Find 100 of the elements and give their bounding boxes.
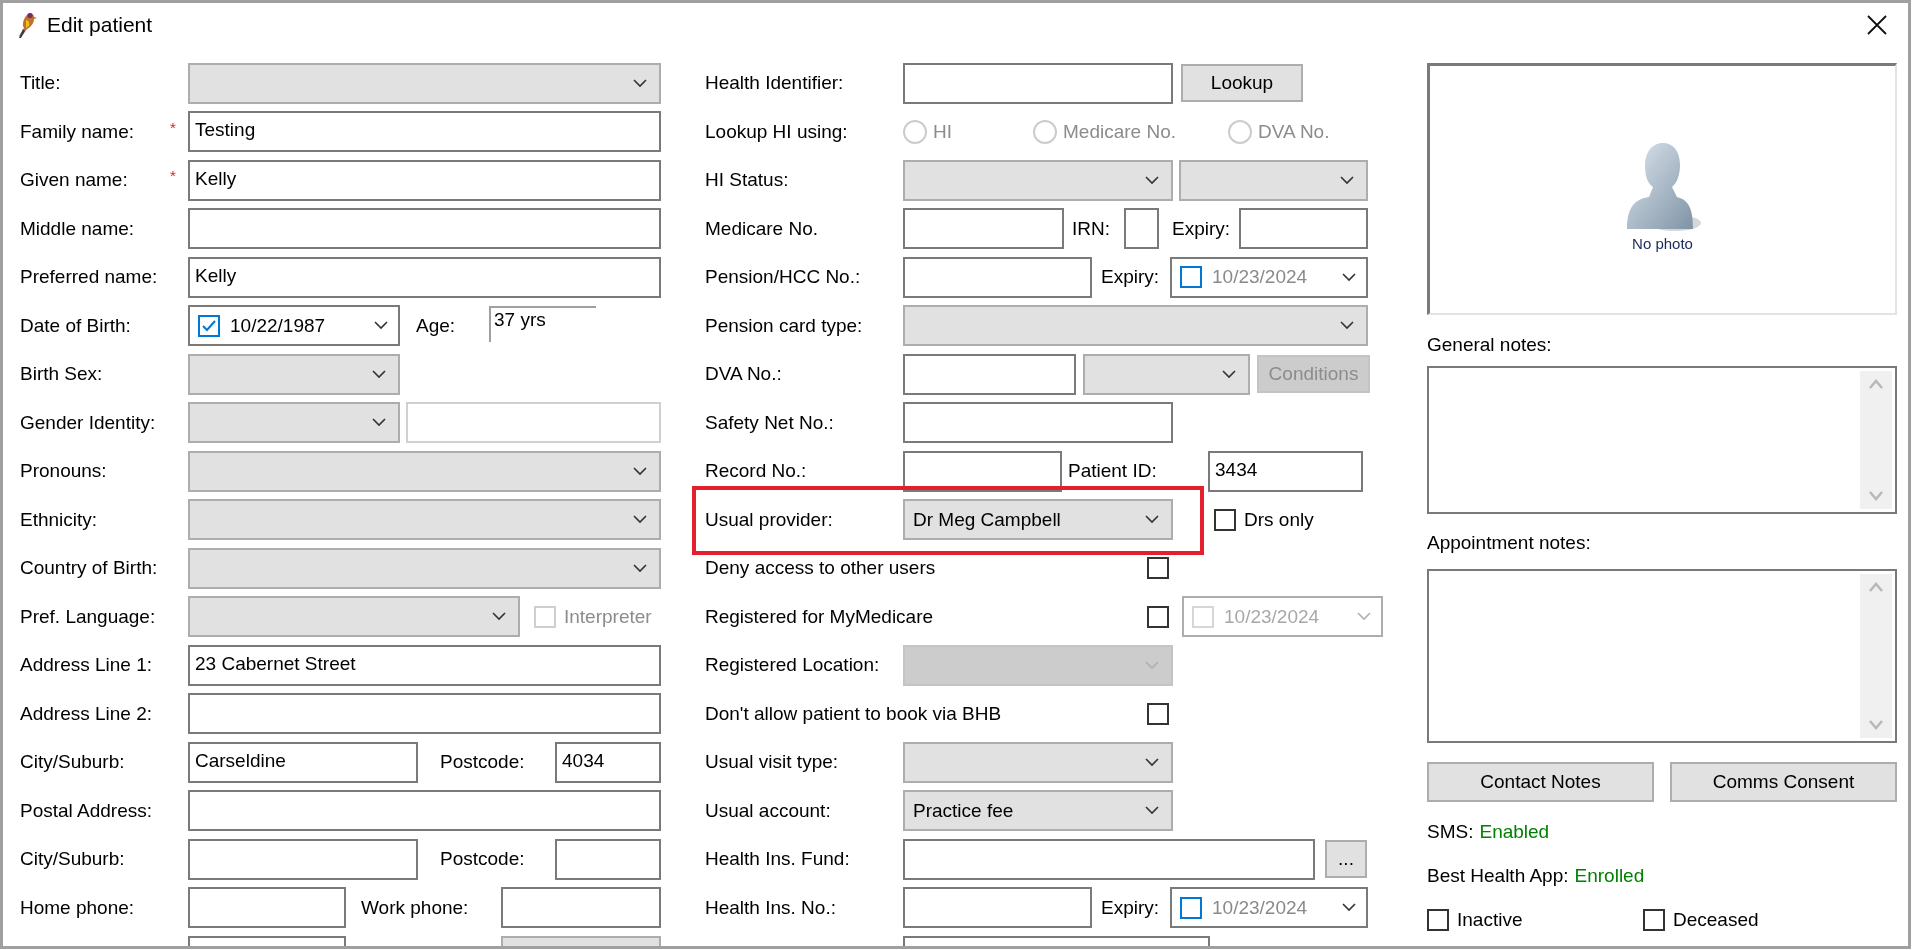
required-marker: *: [170, 118, 176, 136]
button[interactable]: ...: [1325, 840, 1367, 879]
text-field[interactable]: Carseldine: [188, 741, 418, 783]
field-label: Ethnicity:: [20, 508, 98, 531]
checkbox[interactable]: [1427, 909, 1449, 931]
text-field[interactable]: [903, 353, 1076, 395]
checkbox[interactable]: [1147, 557, 1169, 580]
field-label: Country of Birth:: [20, 557, 158, 580]
dropdown[interactable]: [188, 62, 661, 104]
dropdown[interactable]: [903, 305, 1368, 347]
text-field[interactable]: [1239, 208, 1368, 250]
dropdown[interactable]: Practice fee: [903, 790, 1173, 832]
dropdown[interactable]: Dr Meg Campbell: [903, 499, 1173, 541]
dropdown[interactable]: [903, 741, 1173, 783]
field-label: Deny access to other users: [705, 557, 936, 580]
check-icon: [201, 318, 217, 333]
chevron-icon: [372, 369, 386, 379]
text-field[interactable]: [188, 693, 661, 735]
text-field[interactable]: [903, 208, 1064, 250]
field-label: IRN:: [1072, 217, 1111, 240]
field-label: Health Ins. Fund:: [705, 848, 850, 871]
text-field[interactable]: [903, 838, 1315, 880]
checkbox-label: Drs only: [1244, 508, 1314, 531]
chevron-icon: [492, 612, 506, 622]
notes-field[interactable]: [1427, 569, 1897, 743]
text-field[interactable]: Kelly: [188, 159, 661, 201]
text-field[interactable]: 4034: [555, 741, 661, 783]
field-label: Middle name:: [20, 217, 135, 240]
dropdown[interactable]: [188, 547, 661, 589]
text-field[interactable]: [903, 450, 1062, 492]
field-label: Expiry:: [1172, 217, 1232, 240]
field-label: Registered for MyMedicare: [705, 605, 934, 628]
text-field[interactable]: [501, 887, 661, 929]
text-field[interactable]: [188, 790, 661, 832]
dropdown[interactable]: [188, 450, 661, 492]
field-label: Birth Sex:: [20, 363, 103, 386]
text-field[interactable]: 23 Cabernet Street: [188, 644, 661, 686]
field-label: City/Suburb:: [20, 751, 125, 774]
text-field[interactable]: [903, 62, 1173, 104]
button[interactable]: Comms Consent: [1670, 762, 1897, 802]
field-label: Health Identifier:: [705, 72, 844, 95]
field-label: Usual account:: [705, 799, 831, 822]
scroll-down-icon: [1868, 720, 1884, 730]
text-field[interactable]: [903, 402, 1173, 444]
field-label: Address Line 2:: [20, 702, 153, 725]
button[interactable]: Lookup: [1181, 64, 1303, 103]
checkbox[interactable]: [1643, 909, 1665, 931]
field-label: Pref. Language:: [20, 605, 156, 628]
checkbox[interactable]: [198, 314, 220, 337]
text-field[interactable]: [188, 838, 418, 880]
checkbox[interactable]: [1147, 605, 1169, 628]
chevron-icon: [1340, 321, 1354, 331]
dropdown[interactable]: [188, 596, 520, 638]
checkbox[interactable]: [1180, 896, 1202, 919]
dropdown[interactable]: [1179, 159, 1368, 201]
dropdown[interactable]: [188, 499, 661, 541]
text-field[interactable]: [188, 887, 346, 929]
field-label: Registered Location:: [705, 654, 880, 677]
notes-field[interactable]: [1427, 366, 1897, 514]
chevron-icon: [1340, 175, 1354, 185]
field-label: Don't allow patient to book via BHB: [705, 702, 1002, 725]
checkbox[interactable]: [1147, 702, 1169, 725]
chevron-icon: [1357, 612, 1371, 622]
text-field[interactable]: [1124, 208, 1159, 250]
field-label: Date of Birth:: [20, 314, 131, 337]
scroll-up-icon: [1868, 379, 1884, 389]
field-label: Pension card type:: [705, 314, 863, 337]
chevron-icon: [1145, 660, 1159, 670]
radio-label: Medicare No.: [1063, 120, 1176, 143]
text-field[interactable]: Kelly: [188, 256, 661, 298]
chevron-icon: [633, 78, 647, 88]
field-label: Health Ins. No.:: [705, 896, 836, 919]
text-field[interactable]: [188, 208, 661, 250]
dropdown[interactable]: [903, 159, 1173, 201]
text-field[interactable]: [903, 256, 1092, 298]
field-label: Pronouns:: [20, 460, 107, 483]
chevron-icon: [633, 563, 647, 573]
field-label: Record No.:: [705, 460, 807, 483]
text-field[interactable]: Testing: [188, 111, 661, 153]
field-label: Postcode:: [440, 848, 526, 871]
text-field[interactable]: 3434: [1208, 450, 1363, 492]
window-title: Edit patient: [47, 13, 153, 37]
photo-caption: No photo: [1632, 235, 1693, 252]
dropdown[interactable]: [188, 402, 400, 444]
button[interactable]: Contact Notes: [1427, 762, 1654, 802]
dropdown[interactable]: [188, 353, 400, 395]
checkbox[interactable]: [1214, 508, 1236, 531]
readout-field: 37 yrs: [489, 305, 596, 342]
text-field[interactable]: [903, 887, 1092, 929]
text-field[interactable]: [555, 838, 661, 880]
chevron-icon: [1145, 175, 1159, 185]
status-value: Enabled: [1479, 821, 1550, 843]
date-picker[interactable]: 10/22/1987: [188, 305, 400, 347]
radio-label: HI: [933, 120, 952, 143]
required-marker: *: [170, 167, 176, 185]
checkbox[interactable]: [1180, 266, 1202, 289]
status-value: Enrolled: [1574, 865, 1645, 887]
chevron-icon: [1342, 903, 1356, 913]
dropdown[interactable]: [1083, 353, 1250, 395]
field-label: Lookup HI using:: [705, 120, 848, 143]
